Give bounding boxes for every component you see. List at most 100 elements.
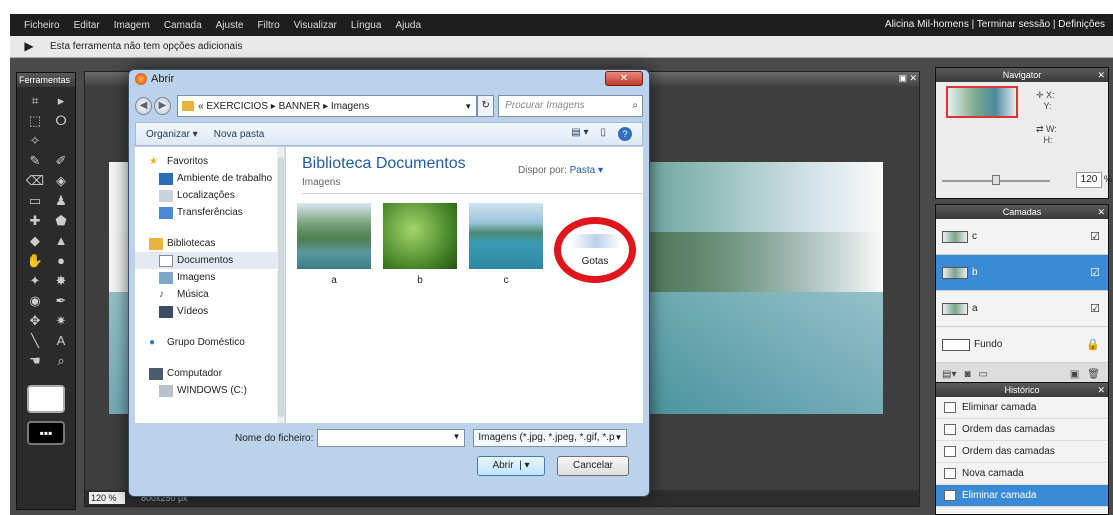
nav-grupo-domestico[interactable]: ● Grupo Doméstico: [135, 334, 284, 351]
filename-input[interactable]: ▼: [317, 429, 466, 447]
search-icon[interactable]: ⌕: [632, 96, 638, 116]
refresh-icon[interactable]: ↻: [477, 95, 495, 117]
lasso-tool-icon[interactable]: ⵔ: [51, 113, 71, 129]
eye-tool-icon[interactable]: ◉: [25, 293, 45, 309]
nav-imagens[interactable]: Imagens: [135, 269, 284, 286]
drop-tool-icon[interactable]: ◆: [25, 233, 45, 249]
new-folder-icon[interactable]: ▭: [979, 369, 988, 380]
view-options-icon[interactable]: ▤ ▾: [571, 127, 588, 141]
color-swatch[interactable]: [27, 385, 65, 413]
help-icon[interactable]: ?: [618, 127, 632, 141]
chevron-down-icon[interactable]: ▼: [452, 432, 460, 441]
nav-musica[interactable]: ♪ Música: [135, 286, 284, 303]
history-item[interactable]: Eliminar camada: [936, 485, 1108, 507]
gradient-tool-icon[interactable]: ▭: [25, 193, 45, 209]
file-item[interactable]: a: [296, 203, 372, 286]
file-item[interactable]: c: [468, 203, 544, 286]
close-icon[interactable]: ✕: [1097, 205, 1105, 219]
mask-icon[interactable]: ◙: [964, 369, 970, 380]
heal-tool-icon[interactable]: ✚: [25, 213, 45, 229]
nav-computador[interactable]: Computador: [135, 365, 284, 382]
new-layer-icon[interactable]: ▣: [1070, 369, 1079, 380]
move-tool-icon[interactable]: ▸: [51, 93, 71, 109]
visibility-checkbox[interactable]: ☑: [1090, 302, 1100, 315]
history-item[interactable]: Ordem das camadas: [936, 419, 1108, 441]
breadcrumb-banner[interactable]: BANNER: [279, 101, 321, 112]
layer-row[interactable]: a ☑: [936, 291, 1108, 327]
menu-ficheiro[interactable]: Ficheiro: [24, 20, 60, 31]
layer-style-icon[interactable]: ▤▾: [942, 369, 956, 380]
nav-favoritos[interactable]: ★ Favoritos: [135, 153, 284, 170]
visibility-checkbox[interactable]: ☑: [1090, 266, 1100, 279]
navigator-thumbnail[interactable]: [946, 86, 1018, 118]
lock-icon[interactable]: 🔒: [1086, 338, 1100, 351]
open-button[interactable]: Abrir | ▾: [477, 456, 545, 476]
history-item[interactable]: Eliminar camada: [936, 397, 1108, 419]
grid-icon[interactable]: ▪▪▪: [27, 421, 65, 445]
trash-icon[interactable]: 🗑: [1087, 369, 1100, 380]
zoom-tool-icon[interactable]: ⌕: [51, 353, 71, 369]
dialog-close-button[interactable]: ✕: [605, 71, 643, 86]
text-tool-icon[interactable]: A: [51, 333, 71, 349]
eraser-tool-icon[interactable]: ⌫: [25, 173, 45, 189]
back-icon[interactable]: ◀: [135, 97, 152, 115]
stamp-tool-icon[interactable]: ♟: [51, 193, 71, 209]
folder-gotas[interactable]: Gotas: [561, 256, 629, 267]
menu-imagem[interactable]: Imagem: [114, 20, 150, 31]
wand-tool-icon[interactable]: ✧: [25, 133, 45, 149]
menu-editar[interactable]: Editar: [74, 20, 100, 31]
menu-camada[interactable]: Camada: [164, 20, 202, 31]
arrange-by[interactable]: Dispor por: Pasta ▾: [518, 165, 603, 176]
hand-tool-icon[interactable]: ☚: [25, 353, 45, 369]
forward-icon[interactable]: ▶: [153, 97, 171, 115]
layer-row[interactable]: b ☑: [936, 255, 1108, 291]
transform-tool-icon[interactable]: ✥: [25, 313, 45, 329]
dodge-tool-icon[interactable]: ●: [51, 253, 71, 269]
file-type-select[interactable]: Imagens (*.jpg, *.jpeg, *.gif, *.p ▼: [473, 429, 628, 447]
sharpen-tool-icon[interactable]: ▲: [51, 233, 71, 249]
menu-filtro[interactable]: Filtro: [257, 20, 279, 31]
layer-row[interactable]: Fundo 🔒: [936, 327, 1108, 363]
window-controls-icon[interactable]: ▣ ✕: [898, 73, 917, 84]
folder-thumbnail[interactable]: [571, 234, 621, 248]
chevron-down-icon[interactable]: ▼: [614, 430, 622, 446]
breadcrumb-imagens[interactable]: Imagens: [331, 101, 369, 112]
nav-transferencias[interactable]: Transferências: [135, 204, 284, 221]
distort-tool-icon[interactable]: ✷: [51, 313, 71, 329]
user-links[interactable]: Alicina Mil-homens | Terminar sessão | D…: [885, 19, 1105, 30]
nav-scrollbar[interactable]: [277, 147, 284, 423]
colorpick-tool-icon[interactable]: ✒: [51, 293, 71, 309]
file-item[interactable]: b: [382, 203, 458, 286]
history-item[interactable]: Nova camada: [936, 463, 1108, 485]
burn-tool-icon[interactable]: ✸: [51, 273, 71, 289]
close-icon[interactable]: ✕: [1097, 383, 1105, 397]
zoom-field[interactable]: 120 %: [89, 492, 125, 504]
visibility-checkbox[interactable]: ☑: [1090, 230, 1100, 243]
pencil-tool-icon[interactable]: ✎: [25, 153, 45, 169]
nav-windows-c[interactable]: WINDOWS (C:): [135, 382, 284, 399]
history-item[interactable]: Ordem das camadas: [936, 441, 1108, 463]
menu-ajuda[interactable]: Ajuda: [395, 20, 421, 31]
bucket-tool-icon[interactable]: ◈: [51, 173, 71, 189]
nav-documentos[interactable]: Documentos: [135, 252, 284, 269]
preview-pane-icon[interactable]: ▯: [600, 127, 606, 141]
organize-button[interactable]: Organizar ▾: [146, 129, 198, 140]
menu-ajuste[interactable]: Ajuste: [216, 20, 244, 31]
path-breadcrumb[interactable]: « EXERCICIOS ▸ BANNER ▸ Imagens ▼: [176, 95, 478, 117]
nav-scrollbar-thumb[interactable]: [278, 157, 284, 417]
nav-ambiente-de-trabalho[interactable]: Ambiente de trabalho: [135, 170, 284, 187]
zoom-slider[interactable]: [942, 175, 1050, 185]
breadcrumb-exercicios[interactable]: EXERCICIOS: [206, 101, 268, 112]
menu-visualizar[interactable]: Visualizar: [294, 20, 337, 31]
marquee-tool-icon[interactable]: ⬚: [25, 113, 45, 129]
smudge-tool-icon[interactable]: ✋: [25, 253, 45, 269]
nav-bibliotecas[interactable]: Bibliotecas: [135, 235, 284, 252]
zoom-slider-knob[interactable]: [992, 175, 1000, 185]
sponge-tool-icon[interactable]: ✦: [25, 273, 45, 289]
chevron-down-icon[interactable]: ▼: [464, 102, 472, 111]
new-folder-button[interactable]: Nova pasta: [214, 129, 265, 140]
brush-tool-icon[interactable]: ✐: [51, 153, 71, 169]
nav-videos[interactable]: Vídeos: [135, 303, 284, 320]
menu-lingua[interactable]: Língua: [351, 20, 382, 31]
zoom-input[interactable]: 120: [1076, 172, 1102, 188]
